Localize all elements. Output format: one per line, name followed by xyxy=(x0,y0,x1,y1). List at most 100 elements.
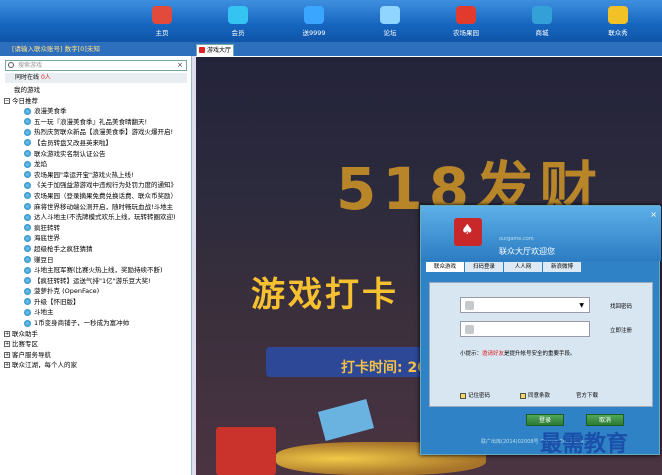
list-item-label: 【会员转盘又改县英来啦】 xyxy=(34,138,112,147)
list-item[interactable]: − 今日推荐 xyxy=(4,96,190,107)
banner-punch-time: 打卡时间: 20 xyxy=(341,360,427,376)
remember-checkbox[interactable]: 记住密码 xyxy=(460,391,490,399)
nav-apple[interactable]: 农场果园 xyxy=(438,4,494,40)
list-item[interactable]: 联众游戏实名制认证公告 xyxy=(4,149,190,160)
expand-icon[interactable]: + xyxy=(4,362,10,369)
login-tab[interactable]: 扫码登录 xyxy=(465,262,503,272)
list-item[interactable]: 我的游戏 xyxy=(4,85,190,96)
nav-tshirt[interactable]: 联众秀 xyxy=(590,4,646,40)
close-icon[interactable]: × xyxy=(650,210,657,219)
list-item[interactable]: 达人斗地主(不洗牌模式欢乐上线，玩转转圈欢迎) xyxy=(4,212,190,223)
list-item[interactable]: + 比赛专区 xyxy=(4,339,190,350)
cancel-button[interactable]: 取消 xyxy=(586,414,624,426)
list-item[interactable]: 菠萝扑克 (OpenFace) xyxy=(4,286,190,297)
browser-icon xyxy=(24,160,31,168)
list-item-label: 赚豆日 xyxy=(34,255,54,264)
list-item[interactable]: 斗地主 xyxy=(4,307,190,318)
list-item[interactable]: 疯狂转转 xyxy=(4,223,190,234)
search-icon xyxy=(8,62,14,68)
nav-cart[interactable]: 商城 xyxy=(514,4,570,40)
list-item[interactable]: 斗地主冠军赛(比赛火热上线，奖励持续不断) xyxy=(4,265,190,276)
list-item-label: 客户服务导航 xyxy=(12,350,51,359)
checkbox-icon xyxy=(460,392,466,399)
login-tab[interactable]: 人人网 xyxy=(504,262,542,272)
tip-text: 小提示：邀请好友是提升帐号安全的重要手段。 xyxy=(460,349,576,357)
list-item-label: 达人斗地主(不洗牌模式欢乐上线，玩转转圈欢迎) xyxy=(34,213,176,222)
nav-globe[interactable]: 送9999 xyxy=(286,4,342,40)
browser-icon xyxy=(24,224,31,232)
login-panel: ▼ 找回密码 立即注册 小提示：邀请好友是提升帐号安全的重要手段。 记住密码 同… xyxy=(429,282,653,407)
list-item-label: 农场果园"幸运开宝"游戏火热上线! xyxy=(34,170,134,179)
status-bar: [请输入联众账号] 数字[0]未知 xyxy=(0,42,662,56)
list-item[interactable]: + 联众助手 xyxy=(4,329,190,340)
browser-icon xyxy=(24,277,31,285)
user-icon xyxy=(465,301,474,310)
list-item[interactable]: 热烈庆贺联众新品【浪漫美食季】游戏火爆开启! xyxy=(4,127,190,138)
nav-label: 论坛 xyxy=(383,29,397,37)
chevron-down-icon[interactable]: ▼ xyxy=(579,302,584,309)
nav-diamond[interactable]: 会员 xyxy=(210,4,266,40)
browser-icon xyxy=(24,234,31,242)
list-item[interactable]: 【会员转盘又改县英来啦】 xyxy=(4,138,190,149)
tip-link[interactable]: 邀请好友 xyxy=(482,351,504,357)
expand-icon[interactable]: + xyxy=(4,341,10,348)
nav-home[interactable]: 主页 xyxy=(134,4,190,40)
list-item-label: 斗地主冠军赛(比赛火热上线，奖励持续不断) xyxy=(34,266,163,275)
list-item[interactable]: 赚豆日 xyxy=(4,255,190,266)
list-item-label: 浪漫美食季 xyxy=(34,107,67,116)
agree-checkbox[interactable]: 同意条款 xyxy=(520,391,550,399)
list-item-label: 比赛专区 xyxy=(12,340,38,349)
list-item[interactable]: 海底世界 xyxy=(4,233,190,244)
list-item[interactable]: 浪漫美食季 xyxy=(4,106,190,117)
online-number: 0人 xyxy=(40,74,51,81)
list-item-label: 我的游戏 xyxy=(14,86,40,94)
username-field[interactable]: ▼ xyxy=(460,297,590,313)
collapse-icon[interactable]: − xyxy=(4,97,10,104)
browser-icon xyxy=(24,287,31,295)
list-item[interactable]: + 联众江湖，每个人的家 xyxy=(4,360,190,371)
nav-label: 商城 xyxy=(535,29,549,37)
login-tabs: 联众游戏 扫码登录 人人网 新浪微博 xyxy=(426,262,582,272)
list-item[interactable]: 农场果园"幸运开宝"游戏火热上线! xyxy=(4,170,190,181)
list-item-label: 疯狂转转 xyxy=(34,223,60,232)
browser-icon xyxy=(24,266,31,274)
list-item[interactable]: 1币变身商铺子，一秒成为富冲帅 xyxy=(4,318,190,329)
nav-chat-bubble[interactable]: 论坛 xyxy=(362,4,418,40)
nav-label: 会员 xyxy=(231,29,245,37)
login-tab[interactable]: 新浪微博 xyxy=(543,262,581,272)
password-field[interactable] xyxy=(460,321,590,337)
logo-icon: ♠ xyxy=(454,218,482,246)
search-input[interactable]: 搜索游戏 × xyxy=(5,60,187,71)
browser-icon xyxy=(24,192,31,200)
list-item-label: 超级枪手之疯狂猜猜 xyxy=(34,244,93,253)
tab-game-hall[interactable]: 游戏大厅 xyxy=(196,44,234,56)
list-item[interactable]: 超级枪手之疯狂猜猜 xyxy=(4,244,190,255)
register-link[interactable]: 立即注册 xyxy=(610,326,632,334)
browser-icon xyxy=(24,128,31,136)
list-item[interactable]: 农场果园（登录摘果免费兑换话费、联众币奖励） xyxy=(4,191,190,202)
browser-icon xyxy=(24,213,31,221)
list-item-label: 今日推荐 xyxy=(12,96,38,105)
close-icon[interactable]: × xyxy=(177,61,183,70)
search-placeholder: 搜索游戏 xyxy=(18,62,43,69)
login-tab[interactable]: 联众游戏 xyxy=(426,262,464,272)
list-item[interactable]: 五一玩『浪漫美食季』礼品美食晴翻天! xyxy=(4,117,190,128)
list-item-label: 联众江湖，每个人的家 xyxy=(12,361,77,370)
list-item[interactable]: 龙焰 xyxy=(4,159,190,170)
nav-label: 主页 xyxy=(155,29,169,37)
expand-icon[interactable]: + xyxy=(4,351,10,358)
list-item[interactable]: + 客户服务导航 xyxy=(4,350,190,361)
top-toolbar: 主页 会员 送9999 论坛 农场果园 商城 联众秀 xyxy=(0,0,662,42)
browser-icon xyxy=(24,139,31,147)
checkbox-icon xyxy=(520,392,526,399)
browser-icon xyxy=(24,181,31,189)
find-password-link[interactable]: 找回密码 xyxy=(610,302,632,310)
list-item[interactable]: 升级【怀旧版】 xyxy=(4,297,190,308)
list-item[interactable]: 麻将世界移动端公测开启，随时畅玩血战!斗地主 xyxy=(4,202,190,213)
download-link[interactable]: 官方下载 xyxy=(576,391,598,399)
browser-icon xyxy=(24,150,31,158)
expand-icon[interactable]: + xyxy=(4,330,10,337)
list-item[interactable]: 《关于加强益游游戏中违规行为处罚力度的通知》 xyxy=(4,180,190,191)
list-item[interactable]: 【疯狂转转】运送气排"1亿"游乐豆大奖! xyxy=(4,276,190,287)
login-button[interactable]: 登录 xyxy=(526,414,564,426)
